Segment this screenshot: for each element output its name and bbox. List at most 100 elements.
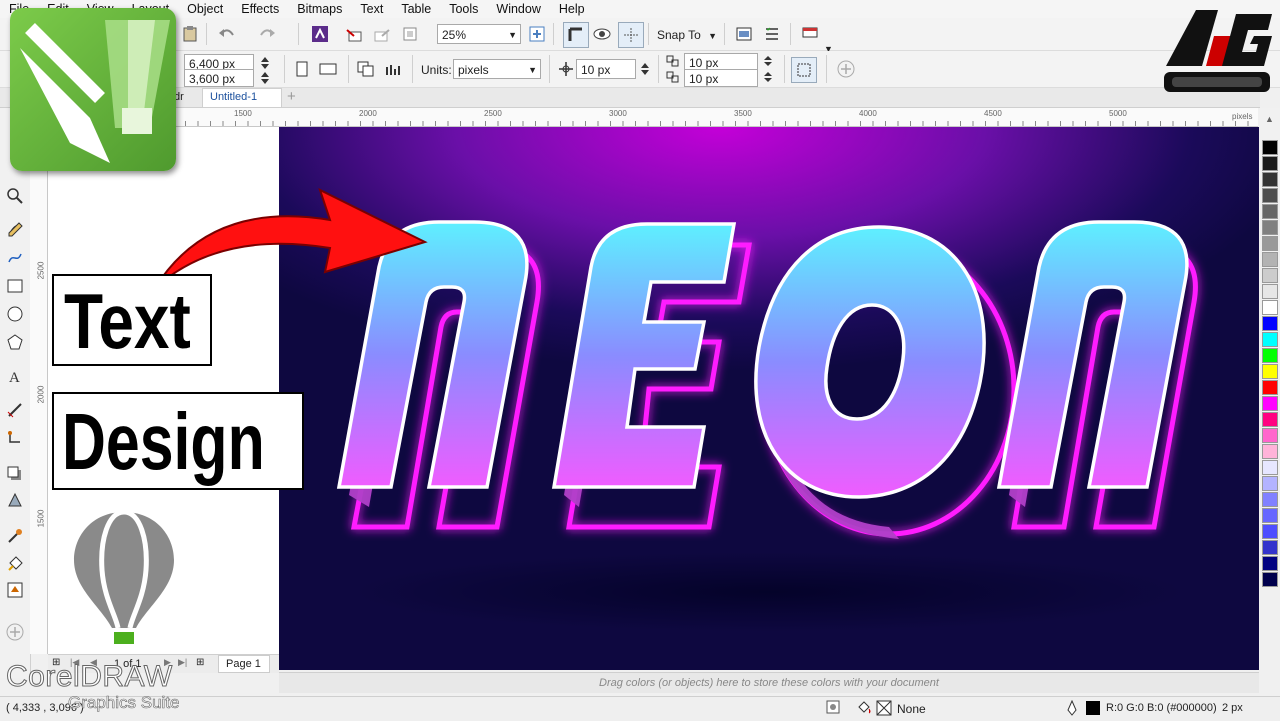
zoom-tool-icon[interactable] — [5, 186, 25, 206]
menu-effects[interactable]: Effects — [232, 0, 288, 18]
palette-swatch[interactable] — [1262, 476, 1278, 491]
palette-swatch[interactable] — [1262, 172, 1278, 187]
horizontal-ruler-ticks — [48, 121, 1249, 126]
document-palette-drop-area[interactable]: Drag colors (or objects) here to store t… — [279, 672, 1259, 693]
options-icon[interactable] — [762, 24, 782, 44]
duplicate-y-spinner-icon[interactable] — [759, 69, 777, 85]
smart-fill-tool-icon[interactable] — [5, 580, 25, 600]
duplicate-x-value: 10 px — [689, 56, 719, 70]
palette-swatch[interactable] — [1262, 364, 1278, 379]
tab-untitled-1[interactable]: Untitled-1 — [202, 88, 282, 107]
menu-tools[interactable]: Tools — [440, 0, 487, 18]
height-field[interactable]: 3,600 px — [184, 69, 254, 87]
palette-swatch[interactable] — [1262, 332, 1278, 347]
palette-swatch[interactable] — [1262, 380, 1278, 395]
duplicate-x-spinner-icon[interactable] — [759, 53, 777, 69]
zoom-fit-icon[interactable] — [527, 24, 547, 44]
outline-pen-icon[interactable] — [1066, 699, 1078, 719]
view-modes-icon[interactable] — [592, 24, 612, 44]
welcome-screen-icon[interactable] — [734, 24, 754, 44]
vertical-ruler[interactable]: 2500 2000 1500 — [30, 126, 48, 654]
menu-bitmaps[interactable]: Bitmaps — [288, 0, 351, 18]
undo-icon[interactable] — [216, 24, 236, 44]
landscape-icon[interactable] — [318, 59, 338, 79]
palette-swatch[interactable] — [1262, 156, 1278, 171]
current-page-icon[interactable] — [384, 59, 404, 79]
design-word-badge: Design — [52, 392, 304, 490]
redo-icon[interactable] — [258, 24, 278, 44]
ellipse-tool-icon[interactable] — [5, 304, 25, 324]
menu-window[interactable]: Window — [487, 0, 549, 18]
height-spinner-icon[interactable] — [256, 69, 274, 87]
add-tool-icon[interactable] — [5, 622, 25, 642]
palette-swatch[interactable] — [1262, 556, 1278, 571]
freehand-tool-icon[interactable] — [5, 220, 25, 240]
page-tab-label: Page 1 — [226, 658, 261, 670]
smart-drawing-tool-icon[interactable] — [5, 248, 25, 268]
palette-swatch[interactable] — [1262, 140, 1278, 155]
palette-swatch[interactable] — [1262, 396, 1278, 411]
palette-swatch[interactable] — [1262, 316, 1278, 331]
ruler-label: 2500 — [484, 109, 502, 118]
palette-swatch[interactable] — [1262, 204, 1278, 219]
import-icon[interactable] — [344, 24, 364, 44]
brand-sub-text: Graphics Suite — [68, 693, 180, 713]
show-rulers-icon[interactable] — [563, 22, 589, 48]
drop-shadow-tool-icon[interactable] — [5, 464, 25, 484]
menu-help[interactable]: Help — [550, 0, 594, 18]
add-tab-icon[interactable]: + — [287, 88, 296, 105]
rectangle-tool-icon[interactable] — [5, 276, 25, 296]
transparency-tool-icon[interactable] — [5, 490, 25, 510]
interactive-fill-tool-icon[interactable] — [5, 554, 25, 574]
palette-swatch[interactable] — [1262, 348, 1278, 363]
chevron-down-icon: ▼ — [508, 30, 517, 40]
units-dropdown[interactable]: pixels ▼ — [453, 59, 541, 79]
palette-swatch[interactable] — [1262, 492, 1278, 507]
show-guidelines-icon[interactable] — [618, 22, 644, 48]
color-proof-icon[interactable] — [826, 700, 840, 717]
menu-text[interactable]: Text — [351, 0, 392, 18]
menu-table[interactable]: Table — [392, 0, 440, 18]
palette-swatch[interactable] — [1262, 444, 1278, 459]
palette-swatch[interactable] — [1262, 284, 1278, 299]
nudge-distance-field[interactable]: 10 px — [576, 59, 636, 79]
palette-swatch[interactable] — [1262, 412, 1278, 427]
snap-to-dropdown[interactable]: Snap To ▼ — [657, 27, 717, 44]
text-tool-icon[interactable]: A — [5, 366, 25, 386]
treat-as-filled-icon[interactable] — [791, 57, 817, 83]
export-icon[interactable] — [372, 24, 392, 44]
fill-bucket-icon[interactable] — [856, 700, 872, 719]
corel-connect-icon[interactable] — [310, 24, 330, 44]
palette-swatch[interactable] — [1262, 220, 1278, 235]
palette-swatch[interactable] — [1262, 540, 1278, 555]
palette-scroll-up-icon[interactable]: ▲ — [1265, 114, 1274, 124]
palette-swatch[interactable] — [1262, 300, 1278, 315]
publish-pdf-icon[interactable] — [400, 24, 420, 44]
menu-object[interactable]: Object — [178, 0, 232, 18]
zoom-level-dropdown[interactable]: 25% ▼ — [437, 24, 521, 44]
color-eyedropper-tool-icon[interactable] — [5, 526, 25, 546]
all-pages-icon[interactable] — [356, 59, 376, 79]
paste-icon[interactable] — [180, 24, 200, 44]
palette-swatch[interactable] — [1262, 524, 1278, 539]
palette-swatch[interactable] — [1262, 428, 1278, 443]
duplicate-y-field[interactable]: 10 px — [684, 69, 758, 87]
parallel-dimension-tool-icon[interactable] — [5, 400, 25, 420]
polygon-tool-icon[interactable] — [5, 332, 25, 352]
palette-swatch[interactable] — [1262, 252, 1278, 267]
ruler-label: 3000 — [609, 109, 627, 118]
nudge-spinner-icon[interactable] — [637, 59, 653, 79]
horizontal-ruler[interactable]: 1500 2000 2500 3000 3500 4000 4500 5000 … — [48, 108, 1258, 127]
application-launcher-icon[interactable] — [800, 24, 820, 44]
palette-swatch[interactable] — [1262, 236, 1278, 251]
palette-swatch[interactable] — [1262, 508, 1278, 523]
palette-swatch[interactable] — [1262, 460, 1278, 475]
connector-tool-icon[interactable] — [5, 428, 25, 448]
letter-o — [754, 225, 986, 499]
palette-swatch[interactable] — [1262, 188, 1278, 203]
corel-balloon-icon — [74, 510, 174, 644]
portrait-icon[interactable] — [292, 59, 312, 79]
palette-swatch[interactable] — [1262, 572, 1278, 587]
add-icon[interactable] — [836, 59, 856, 79]
palette-swatch[interactable] — [1262, 268, 1278, 283]
